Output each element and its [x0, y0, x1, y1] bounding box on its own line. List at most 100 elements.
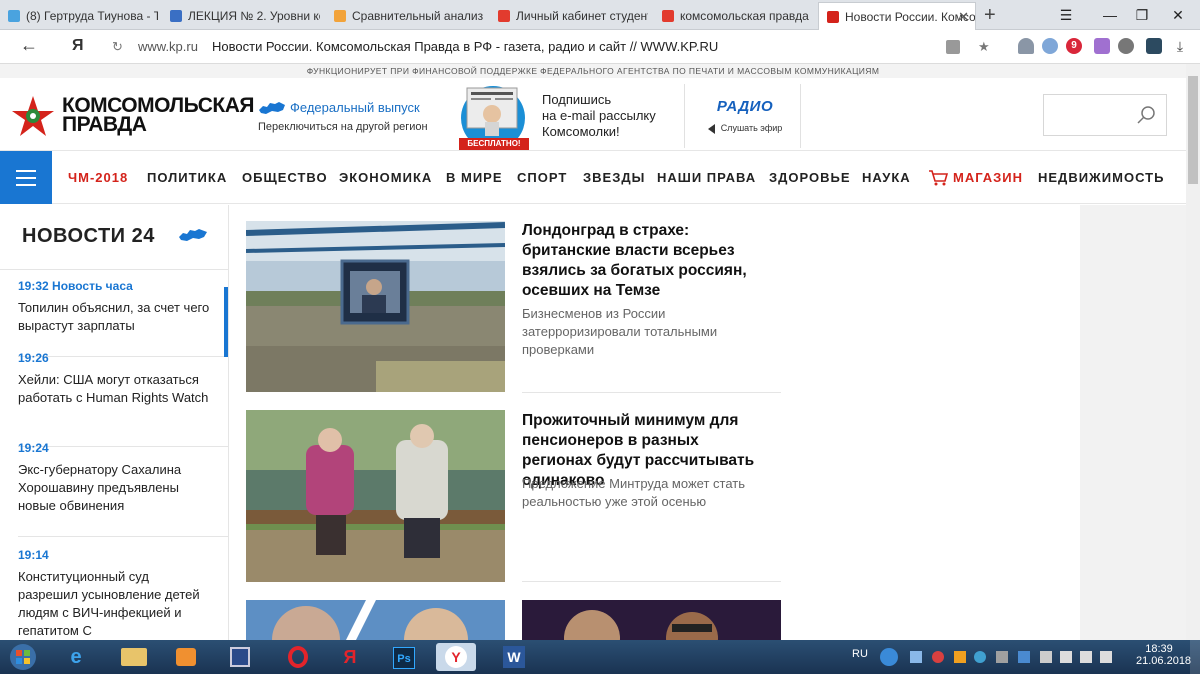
page-scrollbar[interactable] — [1186, 64, 1200, 640]
article-image-celebrities[interactable] — [522, 600, 781, 640]
funding-note: ФУНКЦИОНИРУЕТ ПРИ ФИНАНСОВОЙ ПОДДЕРЖКЕ Ф… — [0, 64, 1186, 78]
address-bar: ← Я ↻ www.kp.ru Новости России. Комсомол… — [0, 30, 1200, 64]
nav-item-realty[interactable]: НЕДВИЖИМОСТЬ — [1038, 151, 1164, 204]
restore-button[interactable]: ❐ — [1122, 0, 1162, 30]
show-desktop-button[interactable] — [1190, 640, 1200, 674]
media-player-icon[interactable] — [166, 643, 206, 671]
lock-icon[interactable] — [946, 40, 960, 54]
windows-taskbar: e Я Ps Y W RU 18:39 21.06.2018 — [0, 640, 1200, 674]
browser-tab[interactable]: Личный кабинет студент — [490, 2, 648, 30]
download-icon[interactable]: ⤓ — [1172, 38, 1188, 54]
tab-label: ЛЕКЦИЯ № 2. Уровни ко — [188, 9, 320, 23]
news-item[interactable]: 19:26 Хейли: США могут отказаться работа… — [0, 351, 228, 447]
tab-label: комсомольская правда – — [680, 9, 812, 23]
tray-app-icon[interactable] — [974, 651, 986, 663]
tab-label: Сравнительный анализ т — [352, 9, 484, 23]
region-subtitle[interactable]: Переключиться на другой регион — [258, 121, 428, 133]
nav-item-rights[interactable]: НАШИ ПРАВА — [657, 151, 756, 204]
extension-icon[interactable] — [1146, 38, 1162, 54]
kp-logo-icon[interactable] — [10, 94, 56, 138]
news-item[interactable]: 19:24 Экс-губернатору Сахалина Хорошавин… — [0, 441, 228, 537]
search-input[interactable] — [1043, 94, 1167, 136]
shield-icon[interactable] — [1018, 38, 1034, 54]
tray-app-icon[interactable] — [996, 651, 1008, 663]
news-text[interactable]: Экс-губернатору Сахалина Хорошавину пред… — [18, 461, 210, 515]
news-text[interactable]: Конституционный суд разрешил усыновление… — [18, 568, 210, 640]
divider — [0, 269, 228, 270]
floppy-icon[interactable] — [220, 643, 260, 671]
tray-app-icon[interactable] — [1018, 651, 1030, 663]
browser-tab[interactable]: комсомольская правда – — [654, 2, 812, 30]
nav-item-health[interactable]: ЗДОРОВЬЕ — [769, 151, 851, 204]
news-item[interactable]: 19:32 Новость часа Топилин объяснил, за … — [0, 279, 228, 357]
nav-item-stars[interactable]: ЗВЕЗДЫ — [583, 151, 645, 204]
nav-item-society[interactable]: ОБЩЕСТВО — [242, 151, 328, 204]
clock[interactable]: 18:39 21.06.2018 — [1136, 643, 1191, 667]
nav-item-shop[interactable]: МАГАЗИН — [953, 151, 1023, 204]
cloud-icon[interactable] — [1042, 38, 1058, 54]
opera-icon[interactable] — [278, 643, 318, 671]
network-icon[interactable] — [1060, 651, 1072, 663]
promo-badge: БЕСПЛАТНО! — [467, 139, 521, 148]
region-switcher[interactable]: Федеральный выпуск Переключиться на друг… — [258, 100, 428, 133]
article-image-stadium[interactable] — [246, 221, 505, 392]
photoshop-icon[interactable]: Ps — [384, 643, 424, 671]
radio-title[interactable]: РАДИО — [700, 98, 790, 115]
browser-tab[interactable]: Сравнительный анализ т — [326, 2, 484, 30]
scrollbar-thumb[interactable] — [1188, 76, 1198, 184]
notification-badge[interactable]: 9 — [1066, 38, 1082, 54]
main-nav: ЧМ-2018 ПОЛИТИКА ОБЩЕСТВО ЭКОНОМИКА В МИ… — [0, 150, 1186, 204]
yandex-icon[interactable]: Я — [330, 643, 370, 671]
dropbox-icon[interactable] — [910, 651, 922, 663]
article-image-pensioners[interactable] — [246, 410, 505, 582]
nav-item-sport[interactable]: СПОРТ — [517, 151, 567, 204]
tab-label: (8) Гертруда Тиунова - Те — [26, 9, 158, 23]
nav-item-science[interactable]: НАУКА — [862, 151, 911, 204]
divider — [522, 581, 781, 582]
news-text[interactable]: Топилин объяснил, за счет чего вырастут … — [18, 299, 210, 335]
news-item[interactable]: 19:14 Конституционный суд разрешил усыно… — [0, 548, 228, 640]
news-text[interactable]: Хейли: США могут отказаться работать с H… — [18, 371, 210, 407]
cart-icon[interactable] — [928, 169, 948, 187]
word-icon[interactable]: W — [494, 643, 534, 671]
radio-listen[interactable]: Слушать эфир — [700, 123, 790, 134]
article-image-politicians[interactable] — [246, 600, 505, 640]
close-tab-icon[interactable]: ✕ — [958, 3, 969, 30]
pen-icon[interactable] — [1094, 38, 1110, 54]
url-field[interactable]: ↻ www.kp.ru Новости России. Комсомольска… — [104, 34, 1004, 60]
reload-icon[interactable]: ↻ — [112, 34, 123, 60]
flag-icon[interactable] — [1040, 651, 1052, 663]
new-tab-button[interactable]: + — [984, 2, 996, 28]
browser-tab[interactable]: (8) Гертруда Тиунова - Те — [0, 2, 158, 30]
subscribe-link[interactable]: Подпишись на e-mail рассылку Комсомолки! — [542, 92, 656, 140]
newspaper-promo[interactable]: БЕСПЛАТНО! — [455, 84, 533, 152]
news-time: 19:14 — [18, 548, 49, 562]
close-window-button[interactable]: ✕ — [1158, 0, 1198, 30]
tray-app-icon[interactable] — [932, 651, 944, 663]
nav-item-economy[interactable]: ЭКОНОМИКА — [339, 151, 432, 204]
site-logo[interactable]: КОМСОМОЛЬСКАЯ ПРАВДА — [62, 95, 254, 135]
browser-tab[interactable]: ЛЕКЦИЯ № 2. Уровни ко — [162, 2, 320, 30]
bookmark-star-icon[interactable]: ★ — [978, 34, 990, 60]
yandex-button[interactable]: Я — [72, 37, 84, 55]
article-title[interactable]: Лондонград в страхе: британские власти в… — [522, 221, 772, 301]
internet-explorer-icon[interactable]: e — [56, 643, 96, 671]
help-icon[interactable] — [880, 648, 898, 666]
start-button[interactable] — [4, 643, 42, 671]
menu-hamburger-icon[interactable] — [0, 151, 52, 204]
nav-item-politics[interactable]: ПОЛИТИКА — [147, 151, 227, 204]
tray-app-icon[interactable] — [954, 651, 966, 663]
nav-item-wc2018[interactable]: ЧМ-2018 — [68, 151, 128, 204]
nav-item-world[interactable]: В МИРЕ — [446, 151, 503, 204]
volume-icon[interactable] — [1100, 651, 1112, 663]
back-icon[interactable]: ← — [20, 35, 38, 56]
yandex-browser-icon[interactable]: Y — [436, 643, 476, 671]
file-explorer-icon[interactable] — [114, 643, 154, 671]
signal-icon[interactable] — [1080, 651, 1092, 663]
language-indicator[interactable]: RU — [852, 648, 868, 660]
bulb-icon[interactable] — [1118, 38, 1134, 54]
search-icon[interactable] — [1136, 105, 1156, 125]
radio-widget[interactable]: РАДИО Слушать эфир — [700, 98, 790, 134]
browser-tab-active[interactable]: Новости России. Комсо ✕ — [818, 2, 976, 30]
menu-icon[interactable]: ☰ — [1046, 0, 1086, 30]
